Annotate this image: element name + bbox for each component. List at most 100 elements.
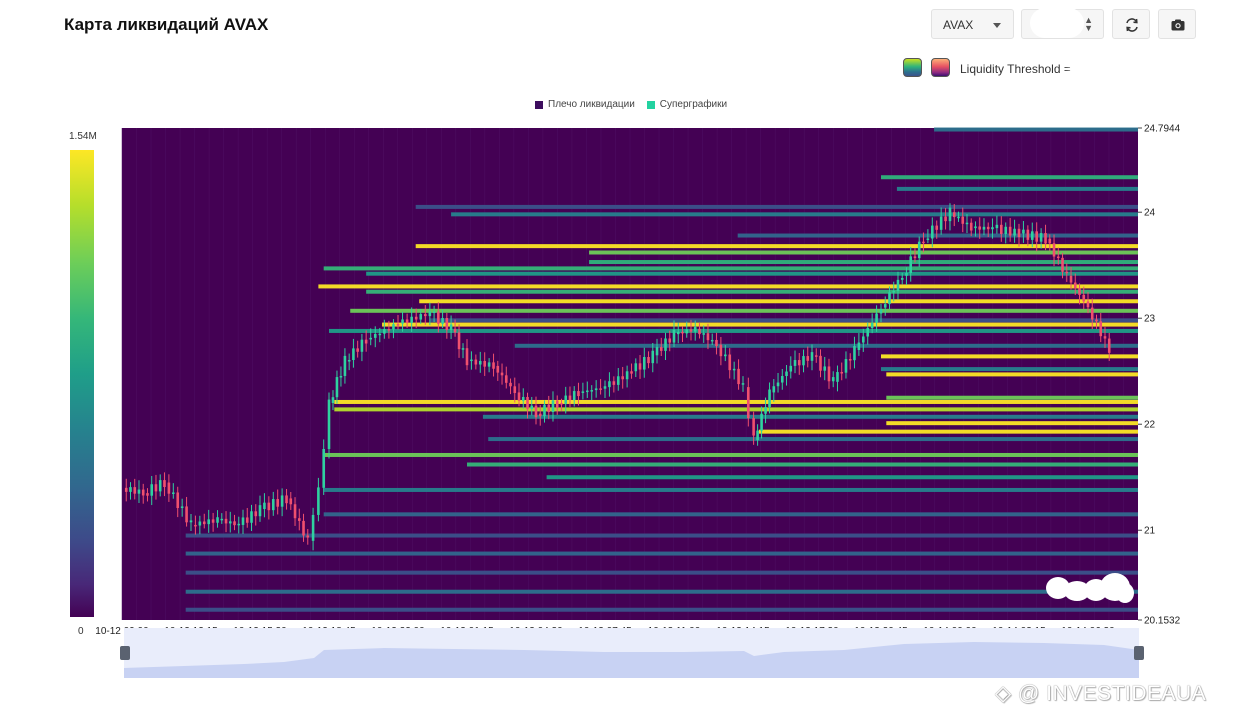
candle-body bbox=[564, 395, 568, 404]
candle-body bbox=[827, 366, 831, 382]
candle-body bbox=[728, 354, 732, 371]
candle-body bbox=[1026, 229, 1030, 240]
candle-body bbox=[352, 348, 355, 361]
candle-body bbox=[862, 336, 865, 343]
candle-body bbox=[224, 518, 228, 524]
liquidation-band bbox=[334, 399, 1138, 404]
candle-body bbox=[146, 493, 149, 496]
liquidation-band bbox=[415, 204, 1138, 209]
candle-body bbox=[581, 391, 585, 393]
candle-body bbox=[517, 392, 521, 401]
candle-body bbox=[630, 371, 633, 374]
candle-body bbox=[414, 316, 418, 320]
candle-body bbox=[819, 355, 822, 371]
liquidation-band bbox=[467, 462, 1138, 467]
candle-body bbox=[1056, 256, 1060, 259]
candle-body bbox=[369, 337, 373, 340]
candle-body bbox=[1069, 275, 1073, 283]
candle-body bbox=[1086, 301, 1090, 308]
candle-body bbox=[789, 365, 793, 372]
y-tick-label: 22 bbox=[1144, 420, 1156, 431]
candle-body bbox=[969, 222, 973, 231]
candle-body bbox=[180, 506, 184, 509]
candle-body bbox=[419, 314, 423, 320]
candle-body bbox=[1065, 271, 1069, 274]
candle-body bbox=[776, 382, 780, 387]
candle-body bbox=[747, 387, 750, 419]
candle-body bbox=[655, 347, 659, 356]
candle-body bbox=[335, 377, 339, 398]
candle-body bbox=[883, 304, 887, 308]
candle-body bbox=[167, 482, 171, 494]
liquidation-band bbox=[896, 186, 1138, 191]
candle-body bbox=[917, 241, 921, 259]
liquidation-band bbox=[415, 244, 1138, 249]
candle-body bbox=[961, 216, 965, 224]
candle-body bbox=[756, 430, 759, 441]
liquidation-band bbox=[737, 233, 1138, 238]
candle-body bbox=[866, 328, 870, 337]
candle-body bbox=[926, 238, 930, 240]
navigator-right-handle[interactable] bbox=[1134, 646, 1144, 660]
candle-body bbox=[905, 273, 908, 276]
candle-body bbox=[317, 487, 320, 515]
candle-body bbox=[935, 225, 939, 230]
candle-body bbox=[137, 489, 141, 494]
liquidation-band bbox=[514, 343, 1138, 348]
candle-body bbox=[651, 350, 655, 364]
candle-body bbox=[487, 362, 491, 367]
candle-body bbox=[228, 521, 232, 524]
candle-body bbox=[538, 413, 542, 417]
liquidation-band bbox=[758, 429, 1138, 434]
candle-body bbox=[378, 333, 382, 336]
candle-body bbox=[590, 390, 594, 392]
candle-body bbox=[752, 418, 755, 436]
candle-body bbox=[659, 347, 663, 351]
candle-body bbox=[853, 346, 856, 361]
candle-body bbox=[129, 487, 132, 492]
candle-body bbox=[1017, 228, 1021, 238]
liquidation-band bbox=[488, 437, 1138, 442]
candle-body bbox=[1107, 338, 1111, 353]
candle-body bbox=[986, 226, 990, 230]
candle-body bbox=[603, 386, 607, 389]
liquidation-band bbox=[589, 250, 1138, 255]
candle-body bbox=[668, 338, 672, 343]
candle-body bbox=[586, 390, 589, 393]
liquidation-band bbox=[185, 607, 1138, 612]
candle-body bbox=[220, 518, 224, 521]
candle-body bbox=[207, 519, 210, 525]
candle-body bbox=[785, 371, 788, 377]
candle-body bbox=[952, 212, 956, 218]
candle-body bbox=[237, 523, 241, 526]
candle-body bbox=[931, 225, 934, 239]
liquidation-band bbox=[318, 284, 1138, 289]
liquidation-band bbox=[323, 487, 1138, 492]
candle-body bbox=[888, 292, 891, 305]
candle-body bbox=[526, 396, 529, 409]
liquidation-band bbox=[451, 212, 1139, 217]
liquidation-band bbox=[881, 175, 1138, 180]
candle-body bbox=[339, 375, 343, 378]
candle-body bbox=[172, 492, 175, 494]
candle-body bbox=[534, 405, 538, 418]
candle-body bbox=[647, 357, 650, 364]
candle-body bbox=[530, 405, 534, 409]
candle-body bbox=[360, 339, 364, 352]
liquidation-band bbox=[366, 271, 1139, 276]
candle-body bbox=[387, 329, 391, 331]
candle-body bbox=[681, 331, 684, 334]
range-navigator[interactable] bbox=[124, 628, 1139, 678]
candle-body bbox=[347, 360, 351, 362]
candle-body bbox=[457, 332, 461, 350]
candle-body bbox=[245, 517, 249, 523]
candle-body bbox=[428, 311, 432, 317]
candle-body bbox=[124, 487, 128, 492]
candle-body bbox=[1073, 282, 1077, 289]
navigator-left-handle[interactable] bbox=[120, 646, 130, 660]
candle-body bbox=[364, 339, 368, 344]
y-tick-label: 24.7944 bbox=[1144, 124, 1181, 135]
candle-body bbox=[194, 524, 197, 527]
candle-body bbox=[913, 256, 917, 259]
liquidation-band bbox=[934, 127, 1138, 132]
